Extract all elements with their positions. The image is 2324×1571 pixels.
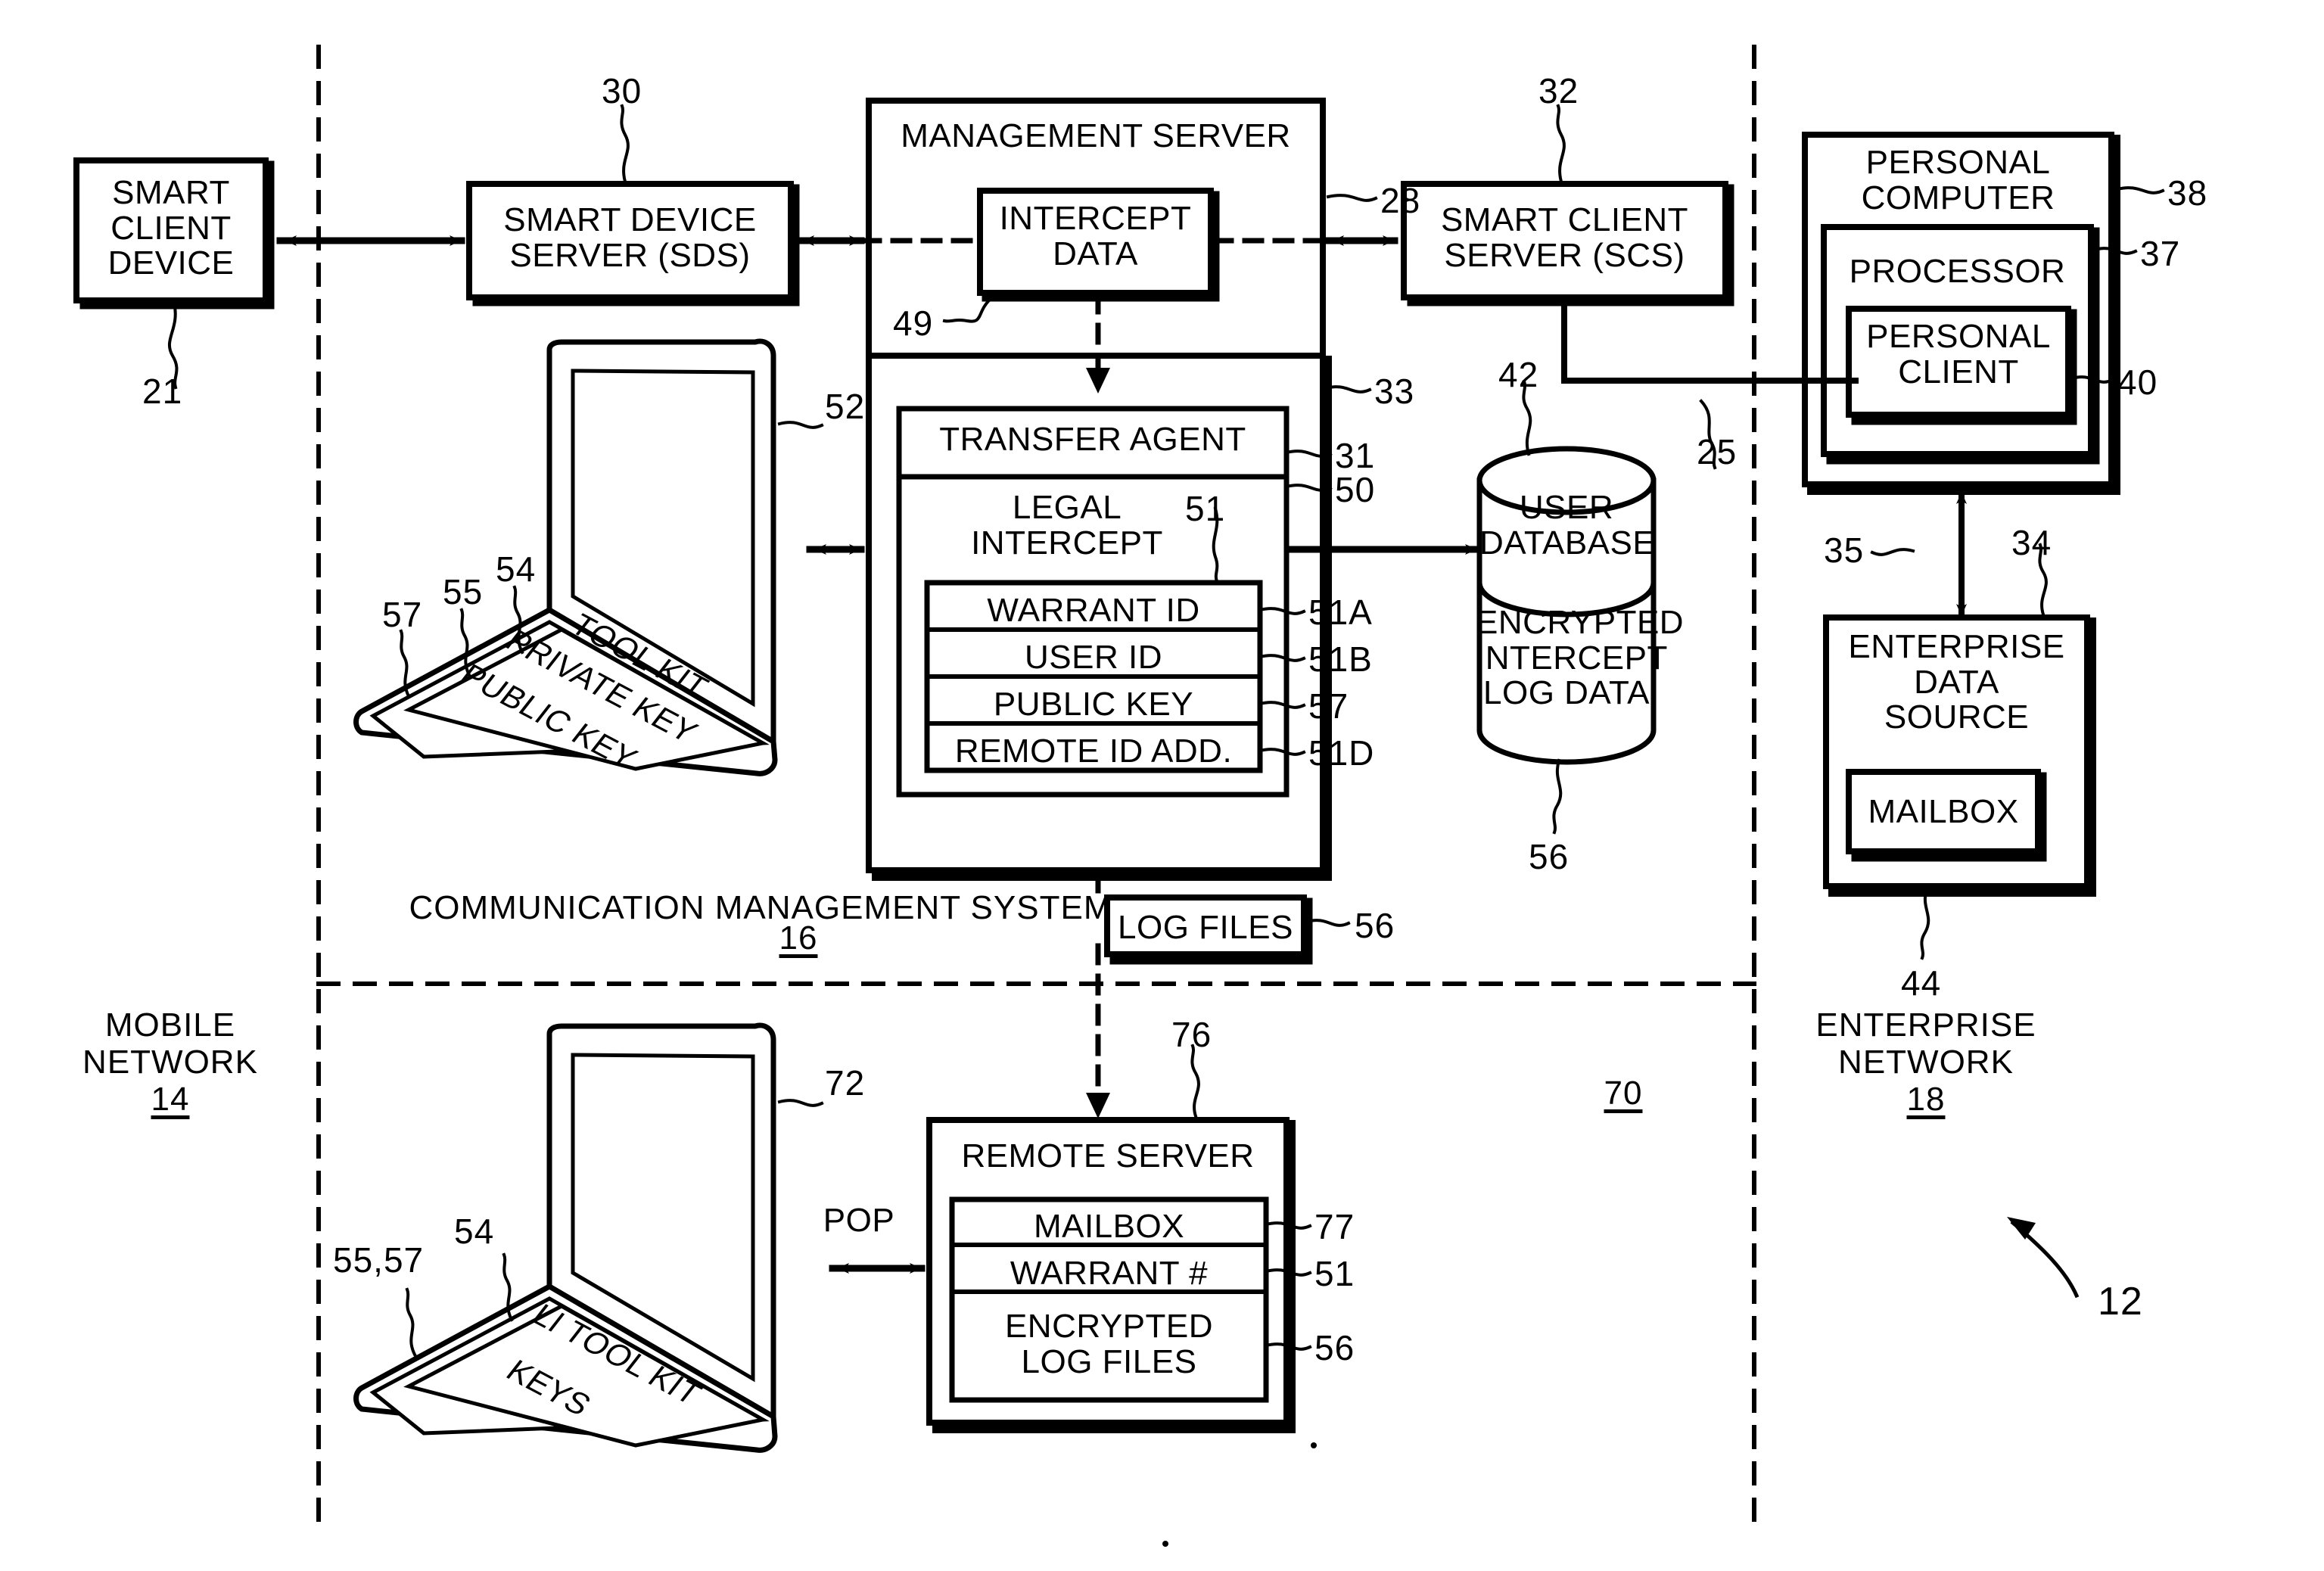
user-database-label: USER DATABASE (1479, 489, 1656, 562)
leader-33 (1324, 385, 1372, 394)
ref-35: 35 (1824, 530, 1865, 570)
ref-21: 21 (142, 372, 183, 411)
ref-38: 38 (2167, 173, 2208, 213)
ref-51-rs: 51 (1314, 1254, 1355, 1293)
leader-38 (2115, 186, 2165, 194)
leader-76 (1190, 1044, 1200, 1118)
leader-30 (620, 104, 630, 184)
leader-51A (1258, 607, 1306, 615)
ref-51B: 51B (1308, 639, 1373, 679)
smart-device-server-label: SMART DEVICE SERVER (SDS) (503, 201, 757, 274)
leader-32 (1556, 104, 1566, 184)
processor-label: PROCESSOR (1849, 253, 2066, 290)
remote-server-label: REMOTE SERVER (961, 1137, 1255, 1174)
leader-28 (1326, 194, 1378, 202)
eds-mailbox-label: MAILBOX (1868, 793, 2019, 830)
arrowhead-into-remote-server (1086, 1093, 1110, 1118)
ref-51: 51 (1185, 489, 1226, 528)
leader-51B (1258, 654, 1306, 662)
ref-76: 76 (1171, 1015, 1212, 1054)
field-user-id: USER ID (1025, 639, 1162, 676)
arrowhead-into-transfer-agent (1086, 368, 1110, 394)
leader-49 (942, 296, 994, 323)
leader-5557-bottom (405, 1287, 417, 1357)
rs-field-mailbox: MAILBOX (1033, 1208, 1185, 1245)
management-server-label: MANAGEMENT SERVER (901, 117, 1291, 154)
leader-51D (1258, 748, 1306, 756)
ref-12: 12 (2098, 1280, 2143, 1324)
ref-57-field: 57 (1308, 686, 1349, 726)
ref-56-rs: 56 (1314, 1328, 1355, 1367)
ref-51A: 51A (1308, 593, 1373, 632)
field-warrant-id: WARRANT ID (987, 592, 1200, 629)
field-public-key: PUBLIC KEY (993, 686, 1194, 723)
ref-49: 49 (893, 303, 934, 343)
personal-computer-label: PERSONAL COMPUTER (1861, 144, 2055, 216)
ref-37: 37 (2140, 234, 2181, 273)
rs-field-encrypted-log-files: ENCRYPTED LOG FILES (1004, 1308, 1214, 1380)
patent-figure: SMART CLIENT DEVICE 21 SMART DEVICE SERV… (0, 0, 2324, 1571)
leader-72 (777, 1099, 824, 1107)
smart-client-device-label: SMART CLIENT DEVICE (107, 174, 235, 282)
leader-35 (1870, 548, 1915, 556)
ref-50: 50 (1335, 470, 1376, 509)
pop-label: POP (823, 1202, 895, 1239)
ref-32: 32 (1538, 71, 1579, 110)
ref-55-top: 55 (443, 572, 484, 611)
ref-77: 77 (1314, 1207, 1355, 1246)
transfer-agent-label: TRANSFER AGENT (939, 421, 1246, 458)
ref-14: 14 (151, 1081, 190, 1118)
ref-54-top: 54 (496, 549, 537, 589)
scs-to-personal-client-line (1561, 300, 1859, 384)
ref-57-top: 57 (382, 595, 423, 634)
ref-56-logfiles: 56 (1355, 906, 1395, 945)
ref-30: 30 (602, 71, 642, 110)
ref-51D: 51D (1308, 733, 1375, 773)
intercept-data-label: INTERCEPT DATA (999, 200, 1192, 272)
ref-5557-bottom: 55,57 (333, 1240, 425, 1280)
personal-client-label: PERSONAL CLIENT (1866, 318, 2051, 390)
ref-33: 33 (1374, 372, 1415, 411)
leader-44 (1920, 887, 1930, 960)
mobile-network-label: MOBILE NETWORK (82, 1006, 258, 1081)
ref-16: 16 (779, 919, 818, 957)
ref-56-userdb: 56 (1529, 837, 1570, 876)
ref-42: 42 (1498, 355, 1539, 394)
field-remote-id-add: REMOTE ID ADD. (954, 733, 1233, 770)
ref-18: 18 (1906, 1081, 1946, 1118)
enterprise-data-source-label: ENTERPRISE DATA SOURCE (1848, 628, 2065, 736)
ref-25: 25 (1697, 432, 1738, 471)
arrowhead-12 (2007, 1217, 2036, 1240)
legal-intercept-label: LEGAL INTERCEPT (971, 489, 1163, 562)
leader-56-userdb (1552, 758, 1563, 835)
ref-34: 34 (2011, 523, 2052, 562)
smart-client-server-label: SMART CLIENT SERVER (SCS) (1440, 201, 1689, 274)
ref-72: 72 (825, 1063, 866, 1103)
leader-57b (1258, 701, 1306, 709)
ref-44: 44 (1901, 963, 1942, 1003)
encrypted-intercept-log-data-label: ENCRYPTED INTERCEPT LOG DATA (1476, 604, 1685, 712)
ref-70: 70 (1604, 1075, 1643, 1112)
ref-40: 40 (2117, 362, 2158, 402)
ref-54-bottom: 54 (454, 1212, 495, 1251)
scan-speck-2 (1162, 1541, 1168, 1547)
leader-52 (777, 421, 824, 429)
ref-52: 52 (825, 387, 866, 426)
scan-speck-1 (1311, 1442, 1317, 1448)
rs-field-warrant-number: WARRANT # (1010, 1255, 1209, 1292)
enterprise-network-label: ENTERPRISE NETWORK (1815, 1006, 2036, 1081)
